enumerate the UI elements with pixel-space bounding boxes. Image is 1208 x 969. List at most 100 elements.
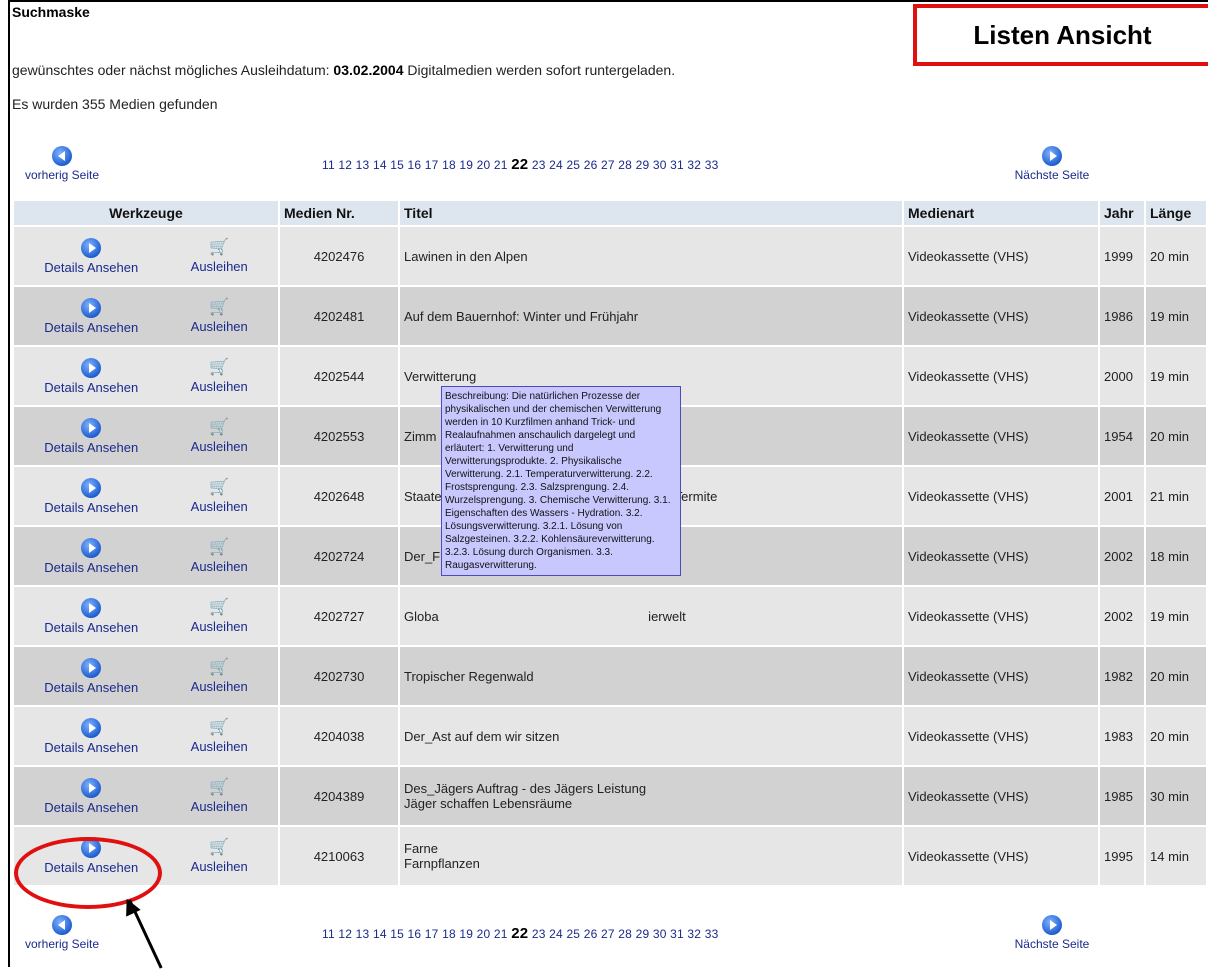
medienart-cell: Videokassette (VHS) (904, 767, 1098, 825)
medienart-cell: Videokassette (VHS) (904, 647, 1098, 705)
titel-cell: Des_Jägers Auftrag - des Jägers Leistung… (400, 767, 902, 825)
jahr-cell: 1954 (1100, 407, 1144, 465)
col-jahr: Jahr (1100, 201, 1144, 225)
titel-line: Verwitterung (404, 368, 477, 384)
col-titel: Titel (400, 201, 902, 225)
table-row: Details Ansehen 🛒 Ausleihen 4202481 Auf … (14, 287, 1206, 345)
arrow-right-circle-icon (81, 597, 102, 618)
details-button[interactable]: Details Ansehen (44, 537, 139, 575)
ausleihen-button[interactable]: 🛒 Ausleihen (191, 779, 248, 814)
medien-nr-cell: 4204038 (280, 707, 398, 765)
medien-nr-cell: 4202727 (280, 587, 398, 645)
ausleihen-button[interactable]: 🛒 Ausleihen (191, 419, 248, 454)
ausleihen-label: Ausleihen (190, 258, 248, 274)
ausleihen-label: Ausleihen (190, 618, 248, 634)
ausleihen-label: Ausleihen (190, 858, 248, 874)
cart-icon: 🛒 (209, 598, 230, 616)
col-werkzeuge: Werkzeuge (14, 201, 278, 225)
arrow-left-circle-icon (52, 915, 72, 935)
details-button[interactable]: Details Ansehen (44, 657, 138, 695)
arrow-right-circle-icon (81, 297, 102, 318)
ausleihen-button[interactable]: 🛒 Ausleihen (191, 479, 248, 514)
details-button[interactable]: Details Ansehen (44, 237, 138, 275)
medienart-cell: Videokassette (VHS) (904, 827, 1098, 885)
page-links-before[interactable]: 11 12 13 14 15 16 17 18 19 20 21 (322, 158, 508, 172)
view-mode-label: Listen Ansicht (913, 4, 1208, 66)
titel-cell: Der_Ast auf dem wir sitzen (400, 707, 902, 765)
arrow-right-circle-icon (81, 777, 102, 798)
arrow-right-circle-icon (81, 477, 102, 498)
page-numbers[interactable]: 11 12 13 14 15 16 17 18 19 20 21 22 23 2… (322, 156, 718, 173)
medien-nr-cell: 4202553 (280, 407, 398, 465)
page-links-after[interactable]: 23 24 25 26 27 28 29 30 31 32 33 (532, 927, 719, 941)
details-label: Details Ansehen (44, 439, 139, 455)
laenge-cell: 18 min (1146, 527, 1206, 585)
jahr-cell: 2000 (1100, 347, 1144, 405)
ausleihen-label: Ausleihen (190, 738, 248, 754)
details-button[interactable]: Details Ansehen (44, 777, 139, 815)
medien-nr-cell: 4210063 (280, 827, 398, 885)
details-button[interactable]: Details Ansehen (44, 597, 138, 635)
details-button[interactable]: Details Ansehen (44, 477, 139, 515)
titel-subline: Jäger schaffen Lebensräume (404, 796, 573, 811)
arrow-right-circle-icon (81, 717, 102, 738)
current-page: 22 (511, 156, 529, 173)
table-row: Details Ansehen 🛒 Ausleihen 4202730 Trop… (14, 647, 1206, 705)
cart-icon: 🛒 (209, 538, 230, 556)
ausleihen-button[interactable]: 🛒 Ausleihen (191, 659, 248, 694)
page-numbers-bottom[interactable]: 11 12 13 14 15 16 17 18 19 20 21 22 23 2… (322, 925, 718, 942)
ausleihen-button[interactable]: 🛒 Ausleihen (191, 719, 248, 754)
cart-icon: 🛒 (209, 658, 230, 676)
col-medienart: Medienart (904, 201, 1098, 225)
ausleihen-button[interactable]: 🛒 Ausleihen (191, 539, 248, 574)
table-row: Details Ansehen 🛒 Ausleihen 4204038 Der_… (14, 707, 1206, 765)
pagination-bottom: vorherig Seite 11 12 13 14 15 16 17 18 1… (12, 915, 1202, 957)
table-row: Details Ansehen 🛒 Ausleihen 4204389 Des_… (14, 767, 1206, 825)
arrow-right-circle-icon (81, 657, 102, 678)
next-page-link-bottom[interactable]: Nächste Seite (997, 915, 1107, 951)
titel-line: Globa ierwelt (404, 608, 686, 624)
details-button[interactable]: Details Ansehen (44, 297, 138, 335)
page-links-after[interactable]: 23 24 25 26 27 28 29 30 31 32 33 (532, 158, 719, 172)
ausleihen-button[interactable]: 🛒 Ausleihen (191, 239, 248, 274)
ausleihen-button[interactable]: 🛒 Ausleihen (191, 299, 248, 334)
ausleihen-button[interactable]: 🛒 Ausleihen (191, 839, 248, 874)
details-label: Details Ansehen (44, 799, 139, 815)
laenge-cell: 20 min (1146, 227, 1206, 285)
page-links-before[interactable]: 11 12 13 14 15 16 17 18 19 20 21 (322, 927, 508, 941)
next-page-link[interactable]: Nächste Seite (997, 146, 1107, 182)
details-button[interactable]: Details Ansehen (44, 417, 139, 455)
details-label: Details Ansehen (44, 559, 139, 575)
ausleihen-button[interactable]: 🛒 Ausleihen (191, 359, 248, 394)
prev-page-link[interactable]: vorherig Seite (12, 146, 112, 182)
row-tools: Details Ansehen 🛒 Ausleihen (14, 227, 278, 285)
laenge-cell: 19 min (1146, 287, 1206, 345)
jahr-cell: 1985 (1100, 767, 1144, 825)
medienart-cell: Videokassette (VHS) (904, 287, 1098, 345)
col-laenge: Länge (1146, 201, 1206, 225)
ausleihen-button[interactable]: 🛒 Ausleihen (191, 599, 248, 634)
jahr-cell: 1999 (1100, 227, 1144, 285)
loan-date-prefix: gewünschtes oder nächst mögliches Auslei… (12, 62, 330, 78)
loan-date-value: 03.02.2004 (333, 62, 404, 78)
medienart-cell: Videokassette (VHS) (904, 527, 1098, 585)
row-tools: Details Ansehen 🛒 Ausleihen (14, 647, 278, 705)
prev-page-link-bottom[interactable]: vorherig Seite (12, 915, 112, 951)
titel-subline: Farnpflanzen (404, 856, 480, 871)
ausleihen-label: Ausleihen (190, 378, 248, 394)
row-tools: Details Ansehen 🛒 Ausleihen (14, 287, 278, 345)
row-tools: Details Ansehen 🛒 Ausleihen (14, 407, 278, 465)
table-row: Details Ansehen 🛒 Ausleihen 4202476 Lawi… (14, 227, 1206, 285)
result-count: Es wurden 355 Medien gefunden (12, 96, 218, 112)
details-label: Details Ansehen (44, 739, 139, 755)
titel-line: Farne (404, 841, 438, 856)
cart-icon: 🛒 (209, 478, 230, 496)
details-button[interactable]: Details Ansehen (44, 717, 139, 755)
details-label: Details Ansehen (44, 499, 139, 515)
medienart-cell: Videokassette (VHS) (904, 407, 1098, 465)
cart-icon: 🛒 (209, 358, 230, 376)
jahr-cell: 2001 (1100, 467, 1144, 525)
medien-nr-cell: 4204389 (280, 767, 398, 825)
titel-line: Des_Jägers Auftrag - des Jägers Leistung (404, 781, 647, 796)
details-button[interactable]: Details Ansehen (44, 357, 138, 395)
